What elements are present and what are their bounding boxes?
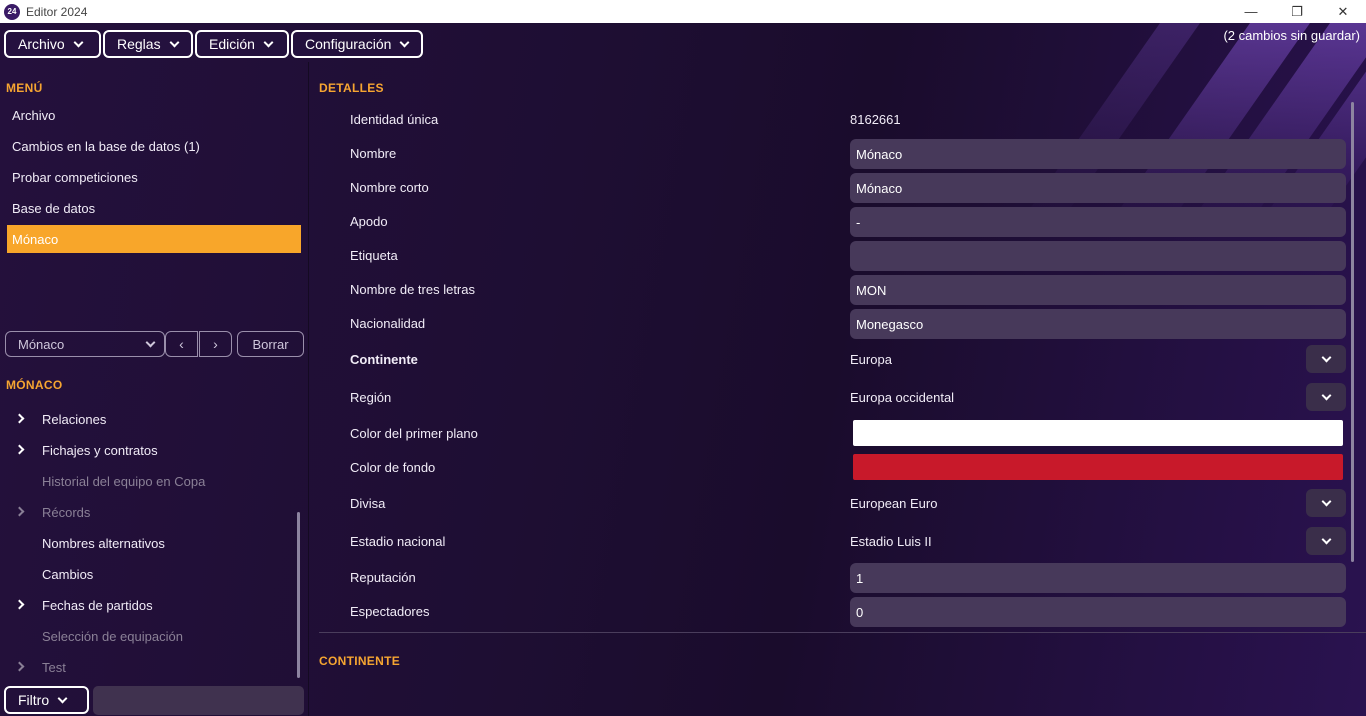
tree-item-nombres-alternativos[interactable]: Nombres alternativos (42, 536, 165, 551)
label-identidad: Identidad única (350, 112, 439, 127)
tree-item-records[interactable]: Récords (42, 505, 90, 520)
prev-button[interactable]: ‹ (165, 331, 198, 357)
app-logo-icon: 24 (4, 3, 20, 20)
chevron-down-icon (1321, 534, 1331, 544)
label-reputacion: Reputación (350, 570, 416, 585)
sidebar-item-cambios[interactable]: Cambios en la base de datos (1) (12, 139, 200, 154)
entity-section-title: MÓNACO (6, 378, 63, 392)
region-value: Europa occidental (850, 390, 955, 405)
label-tres-letras: Nombre de tres letras (350, 282, 475, 297)
espectadores-field[interactable]: 0 (850, 597, 1346, 627)
reputacion-field[interactable]: 1 (850, 563, 1346, 593)
menu-archivo-label: Archivo (18, 36, 65, 52)
sidebar-item-archivo[interactable]: Archivo (12, 108, 55, 123)
chevron-right-icon[interactable] (14, 506, 25, 517)
chevron-down-icon (169, 37, 180, 47)
continente-dropdown-button[interactable] (1306, 345, 1346, 373)
tree-item-historial-copa[interactable]: Historial del equipo en Copa (42, 474, 205, 489)
menu-reglas[interactable]: Reglas (103, 30, 193, 58)
label-color-fondo: Color de fondo (350, 460, 436, 475)
restore-button[interactable]: ❐ (1274, 0, 1320, 23)
chevron-down-icon (1321, 390, 1331, 400)
section-divider (319, 632, 1366, 633)
tree-item-cambios[interactable]: Cambios (42, 567, 93, 582)
filter-button[interactable]: Filtro (4, 686, 89, 714)
label-estadio: Estadio nacional (350, 534, 446, 549)
label-apodo: Apodo (350, 214, 388, 229)
menu-edicion-label: Edición (209, 36, 255, 52)
label-color-primer-plano: Color del primer plano (350, 426, 478, 441)
nombre-field[interactable]: Mónaco (850, 139, 1346, 169)
clear-button[interactable]: Borrar (237, 331, 304, 357)
minimize-button[interactable]: — (1228, 0, 1274, 23)
tree-item-test[interactable]: Test (42, 660, 66, 675)
continent-section-title: CONTINENTE (319, 654, 400, 668)
entity-selector-value: Mónaco (18, 336, 65, 352)
background-color-swatch[interactable] (853, 454, 1343, 480)
sidebar-item-monaco-active[interactable]: Mónaco (7, 225, 301, 253)
tree-item-seleccion-equipacion[interactable]: Selección de equipación (42, 629, 183, 644)
label-continente: Continente (350, 352, 418, 367)
chevron-right-icon[interactable] (14, 413, 25, 424)
close-button[interactable]: ✕ (1320, 0, 1366, 23)
details-scrollbar[interactable] (1351, 102, 1354, 562)
region-dropdown-button[interactable] (1306, 383, 1346, 411)
label-nombre: Nombre (350, 146, 397, 161)
foreground-color-swatch[interactable] (853, 420, 1343, 446)
title-bar: 24 Editor 2024 — ❐ ✕ (0, 0, 1366, 23)
details-section-title: DETALLES (319, 81, 384, 95)
entity-selector[interactable]: Mónaco (5, 331, 165, 357)
menu-edicion[interactable]: Edición (195, 30, 289, 58)
sidebar-item-probar[interactable]: Probar competiciones (12, 170, 138, 185)
label-espectadores: Espectadores (350, 604, 430, 619)
tres-letras-field[interactable]: MON (850, 275, 1346, 305)
chevron-down-icon (57, 693, 68, 703)
sidebar-item-base-datos[interactable]: Base de datos (12, 201, 95, 216)
chevron-down-icon (1321, 352, 1331, 362)
tree-item-fechas-partidos[interactable]: Fechas de partidos (42, 598, 153, 613)
etiqueta-field[interactable] (850, 241, 1346, 271)
nombre-corto-field[interactable]: Mónaco (850, 173, 1346, 203)
tree-item-relaciones[interactable]: Relaciones (42, 412, 106, 427)
divisa-value: European Euro (850, 496, 938, 511)
menu-archivo[interactable]: Archivo (4, 30, 101, 58)
chevron-down-icon (1321, 496, 1331, 506)
next-button[interactable]: › (199, 331, 232, 357)
estadio-value: Estadio Luis II (850, 534, 932, 549)
label-nacionalidad: Nacionalidad (350, 316, 426, 331)
label-divisa: Divisa (350, 496, 386, 511)
chevron-down-icon (73, 37, 84, 47)
label-etiqueta: Etiqueta (350, 248, 398, 263)
label-nombre-corto: Nombre corto (350, 180, 429, 195)
divisa-dropdown-button[interactable] (1306, 489, 1346, 517)
label-region: Región (350, 390, 392, 405)
apodo-field[interactable]: - (850, 207, 1346, 237)
filter-input[interactable] (93, 686, 304, 715)
unsaved-changes-status: (2 cambios sin guardar) (1223, 28, 1360, 43)
chevron-down-icon (263, 37, 274, 47)
menu-configuracion[interactable]: Configuración (291, 30, 423, 58)
chevron-down-icon (399, 37, 410, 47)
sidebar: MENÚ Archivo Cambios en la base de datos… (0, 62, 309, 716)
sidebar-scrollbar[interactable] (297, 512, 300, 678)
chevron-right-icon[interactable] (14, 661, 25, 672)
details-panel: DETALLES Identidad única 8162661 Nombre … (310, 62, 1366, 716)
menu-bar: Archivo Reglas Edición Configuración (4, 30, 423, 58)
menu-section-title: MENÚ (6, 81, 43, 95)
chevron-down-icon (145, 337, 156, 347)
tree-item-fichajes[interactable]: Fichajes y contratos (42, 443, 158, 458)
chevron-right-icon[interactable] (14, 599, 25, 610)
menu-reglas-label: Reglas (117, 36, 161, 52)
menu-configuracion-label: Configuración (305, 36, 392, 52)
filter-button-label: Filtro (18, 692, 50, 708)
continente-value: Europa (850, 352, 892, 367)
value-identidad: 8162661 (850, 112, 901, 127)
window-title: Editor 2024 (26, 4, 88, 19)
estadio-dropdown-button[interactable] (1306, 527, 1346, 555)
nacionalidad-field[interactable]: Monegasco (850, 309, 1346, 339)
chevron-right-icon[interactable] (14, 444, 25, 455)
